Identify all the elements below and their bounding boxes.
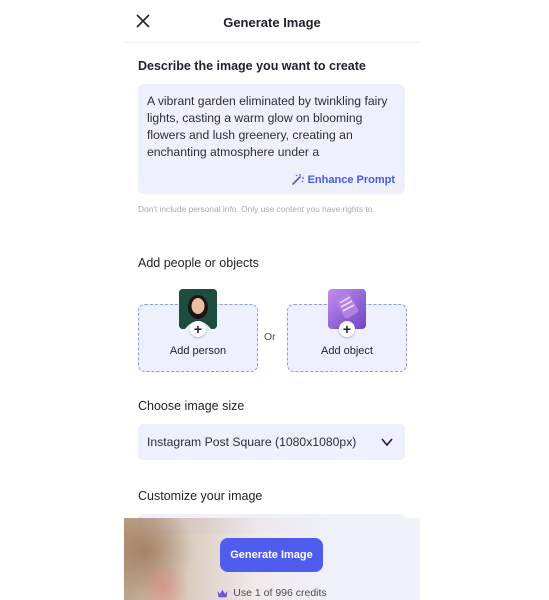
credits-info: Use 1 of 996 credits: [124, 587, 420, 599]
prompt-label: Describe the image you want to create: [138, 59, 366, 73]
enhance-prompt-label: Enhance Prompt: [307, 173, 395, 186]
disclaimer-text: Don't include personal info. Only use co…: [138, 204, 375, 214]
crown-icon: [217, 589, 228, 597]
footer-bar: Generate Image Use 1 of 996 credits: [124, 518, 420, 600]
generate-image-button[interactable]: Generate Image: [220, 538, 323, 572]
add-person-label: Add person: [169, 345, 227, 357]
or-separator: Or: [264, 331, 276, 343]
plus-icon: +: [190, 321, 206, 337]
size-label: Choose image size: [138, 399, 245, 413]
add-object-button[interactable]: + Add object: [287, 289, 407, 372]
prompt-text[interactable]: A vibrant garden eliminated by twinkling…: [147, 93, 399, 161]
add-section-label: Add people or objects: [138, 256, 259, 270]
image-size-value: Instagram Post Square (1080x1080px): [147, 435, 357, 449]
header: Generate Image: [124, 0, 420, 43]
plus-icon: +: [339, 321, 355, 337]
add-person-button[interactable]: + Add person: [138, 289, 258, 372]
generate-image-panel: Generate Image Describe the image you wa…: [124, 0, 420, 600]
chevron-down-icon: [381, 438, 393, 447]
customize-label: Customize your image: [138, 489, 263, 503]
add-object-label: Add object: [321, 345, 373, 357]
enhance-prompt-button[interactable]: Enhance Prompt: [291, 173, 395, 186]
prompt-textarea[interactable]: A vibrant garden eliminated by twinkling…: [138, 84, 405, 194]
image-size-select[interactable]: Instagram Post Square (1080x1080px): [138, 424, 405, 460]
page-title: Generate Image: [223, 15, 321, 30]
credits-text: Use 1 of 996 credits: [233, 587, 327, 599]
magic-wand-icon: [291, 174, 304, 185]
